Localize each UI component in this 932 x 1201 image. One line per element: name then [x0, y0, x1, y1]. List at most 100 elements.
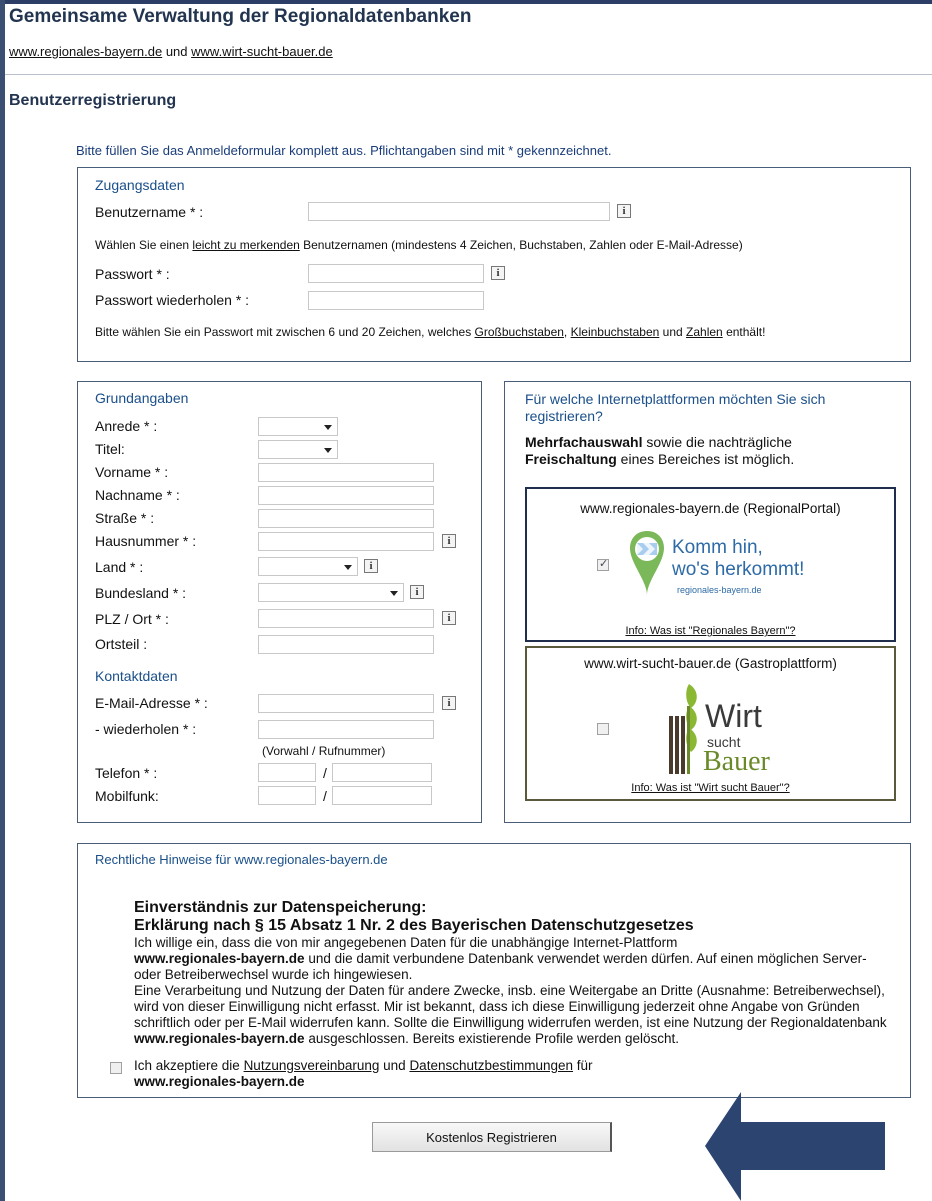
- basic-data-panel: Grundangaben Anrede * : Titel: Vorname *…: [77, 381, 482, 823]
- info-icon[interactable]: i: [617, 204, 631, 218]
- arrow-left-icon: [705, 1092, 885, 1201]
- top-border: [0, 0, 932, 4]
- title-select[interactable]: [258, 440, 338, 459]
- state-select[interactable]: [258, 583, 404, 602]
- housenumber-input[interactable]: [258, 532, 434, 551]
- chevron-down-icon: [324, 425, 332, 430]
- password-hint: Bitte wählen Sie ein Passwort mit zwisch…: [95, 325, 766, 339]
- info-icon[interactable]: i: [410, 585, 424, 599]
- rb-info-link[interactable]: Info: Was ist "Regionales Bayern"?: [527, 625, 894, 637]
- rb-logo-url: regionales-bayern.de: [677, 585, 762, 595]
- chevron-down-icon: [344, 565, 352, 570]
- phone-slash: /: [323, 765, 327, 781]
- info-icon[interactable]: i: [364, 559, 378, 573]
- housenumber-label: Hausnummer * :: [95, 533, 197, 549]
- title-label: Titel:: [95, 441, 125, 457]
- phone-prefix-input[interactable]: [258, 763, 316, 782]
- salutation-select[interactable]: [258, 417, 338, 436]
- mobile-prefix-input[interactable]: [258, 786, 316, 805]
- email-repeat-label: - wiederholen * :: [95, 721, 197, 737]
- platforms-question: Für welche Internetplattformen möchten S…: [525, 391, 826, 424]
- access-data-panel: Zugangsdaten Benutzername * : i Wählen S…: [77, 167, 911, 362]
- firstname-input[interactable]: [258, 463, 434, 482]
- username-input[interactable]: [308, 202, 610, 221]
- platforms-panel: Für welche Internetplattformen möchten S…: [504, 381, 911, 823]
- info-icon[interactable]: i: [442, 534, 456, 548]
- regionales-bayern-box: www.regionales-bayern.de (RegionalPortal…: [525, 487, 896, 642]
- rb-logo-line1: Komm hin,: [672, 537, 763, 558]
- country-label: Land * :: [95, 559, 144, 575]
- wsb-title: www.wirt-sucht-bauer.de (Gastroplattform…: [584, 656, 837, 671]
- site-title: Gemeinsame Verwaltung der Regionaldatenb…: [9, 6, 472, 27]
- contact-legend: Kontaktdaten: [95, 668, 178, 684]
- register-button[interactable]: Kostenlos Registrieren: [372, 1122, 612, 1152]
- firstname-label: Vorname * :: [95, 464, 169, 480]
- legal-legend: Rechtliche Hinweise für www.regionales-b…: [95, 852, 388, 867]
- intro-text: Bitte füllen Sie das Anmeldeformular kom…: [76, 143, 612, 158]
- hint-link-uppercase[interactable]: Großbuchstaben: [475, 325, 564, 339]
- hint-link-numbers[interactable]: Zahlen: [686, 325, 723, 339]
- password-label: Passwort * :: [95, 266, 170, 282]
- district-input[interactable]: [258, 635, 434, 654]
- wsb-checkbox[interactable]: [597, 723, 609, 735]
- state-label: Bundesland * :: [95, 585, 187, 601]
- street-label: Straße * :: [95, 510, 155, 526]
- left-border: [0, 0, 5, 1201]
- username-hint: Wählen Sie einen leicht zu merkenden Ben…: [95, 238, 743, 252]
- rb-logo-line2: wo's herkommt!: [672, 559, 805, 580]
- mobile-number-input[interactable]: [332, 786, 432, 805]
- multi-select-note: Mehrfachauswahl sowie die nachträgliche …: [525, 434, 795, 467]
- privacy-link[interactable]: Datenschutzbestimmungen: [409, 1058, 573, 1073]
- username-hint-link[interactable]: leicht zu merkenden: [192, 238, 299, 252]
- phone-number-input[interactable]: [332, 763, 432, 782]
- regionales-bayern-logo: [630, 531, 664, 595]
- chevron-down-icon: [390, 591, 398, 596]
- email-repeat-input[interactable]: [258, 720, 434, 739]
- basic-data-legend: Grundangaben: [95, 390, 189, 406]
- mobile-label: Mobilfunk:: [95, 788, 159, 804]
- rb-title: www.regionales-bayern.de (RegionalPortal…: [580, 501, 841, 516]
- mobile-slash: /: [323, 788, 327, 804]
- legal-heading-consent: Einverständnis zur Datenspeicherung:: [134, 899, 427, 916]
- street-input[interactable]: [258, 509, 434, 528]
- accept-terms-checkbox[interactable]: [110, 1062, 122, 1074]
- link-joiner: und: [162, 44, 192, 59]
- phone-hint: (Vorwahl / Rufnummer): [262, 744, 386, 758]
- header-links: www.regionales-bayern.de und www.wirt-su…: [9, 44, 333, 59]
- zip-city-input[interactable]: [258, 609, 434, 628]
- link-wirt-sucht-bauer[interactable]: www.wirt-sucht-bauer.de: [191, 44, 333, 59]
- password-repeat-label: Passwort wiederholen * :: [95, 292, 250, 308]
- email-label: E-Mail-Adresse * :: [95, 695, 208, 711]
- legal-heading-law: Erklärung nach § 15 Absatz 1 Nr. 2 des B…: [134, 917, 694, 934]
- chevron-down-icon: [324, 448, 332, 453]
- email-input[interactable]: [258, 694, 434, 713]
- legal-panel: Rechtliche Hinweise für www.regionales-b…: [77, 843, 911, 1098]
- lastname-input[interactable]: [258, 486, 434, 505]
- divider: [5, 74, 932, 75]
- password-repeat-input[interactable]: [308, 291, 484, 310]
- salutation-label: Anrede * :: [95, 418, 158, 434]
- password-input[interactable]: [308, 264, 484, 283]
- country-select[interactable]: [258, 557, 358, 576]
- wsb-logo-line1: Wirt: [705, 698, 762, 734]
- info-icon[interactable]: i: [491, 266, 505, 280]
- zip-city-label: PLZ / Ort * :: [95, 611, 169, 627]
- hint-link-lowercase[interactable]: Kleinbuchstaben: [571, 325, 660, 339]
- phone-label: Telefon * :: [95, 765, 158, 781]
- lastname-label: Nachname * :: [95, 487, 180, 503]
- info-icon[interactable]: i: [442, 611, 456, 625]
- wsb-logo-line3: Bauer: [703, 746, 770, 777]
- wsb-info-link[interactable]: Info: Was ist "Wirt sucht Bauer"?: [527, 782, 894, 794]
- wirt-sucht-bauer-box: www.wirt-sucht-bauer.de (Gastroplattform…: [525, 646, 896, 801]
- district-label: Ortsteil :: [95, 636, 148, 652]
- accept-terms-label: Ich akzeptiere die Nutzungsvereinbarung …: [134, 1058, 593, 1089]
- legal-consent-text: Ich willige ein, dass die von mir angege…: [134, 935, 887, 1046]
- wirt-sucht-bauer-logo: [669, 684, 697, 774]
- username-label: Benutzername * :: [95, 204, 204, 220]
- link-regionales-bayern[interactable]: www.regionales-bayern.de: [9, 44, 162, 59]
- access-data-legend: Zugangsdaten: [95, 177, 185, 193]
- info-icon[interactable]: i: [442, 696, 456, 710]
- page-title: Benutzerregistrierung: [9, 92, 177, 109]
- terms-link[interactable]: Nutzungsvereinbarung: [244, 1058, 380, 1073]
- rb-checkbox[interactable]: [597, 557, 609, 571]
